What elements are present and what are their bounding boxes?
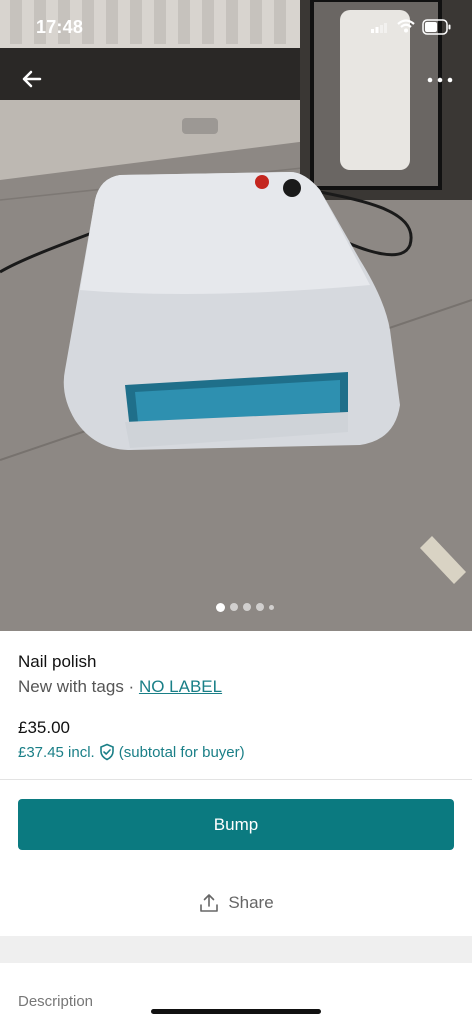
uv-lamp-photo	[0, 0, 472, 631]
more-dots-icon[interactable]	[424, 70, 456, 90]
subtitle-separator: ·	[123, 677, 139, 696]
home-indicator[interactable]	[151, 1009, 321, 1014]
status-time: 17:48	[36, 17, 84, 37]
photo-pagination[interactable]	[0, 601, 472, 613]
battery-icon	[422, 19, 451, 35]
bump-button[interactable]: Bump	[18, 799, 454, 850]
photo-dot	[216, 602, 225, 612]
listing-photo[interactable]: 17:48	[0, 0, 472, 631]
description-heading: Description	[18, 993, 94, 1010]
share-label: Share	[228, 893, 274, 912]
photo-dot	[256, 603, 264, 611]
share-icon	[200, 894, 219, 912]
section-separator	[0, 936, 472, 963]
signal-icon	[371, 23, 387, 33]
photo-dot	[269, 604, 274, 610]
divider	[0, 779, 472, 780]
status-bar: 17:48	[0, 0, 472, 56]
buyer-price-info[interactable]: £37.45 incl. (subtotal for buyer)	[18, 743, 245, 761]
item-condition: New with tags	[18, 677, 124, 696]
photo-dot	[243, 603, 251, 611]
item-title: Nail polish	[18, 652, 97, 671]
item-subtitle: New with tags · NO LABEL	[18, 677, 222, 697]
shield-check-icon	[99, 743, 114, 761]
brand-link[interactable]: NO LABEL	[139, 677, 222, 696]
item-price: £35.00	[18, 718, 70, 737]
photo-dot	[230, 603, 238, 611]
buyer-note: (subtotal for buyer)	[118, 743, 245, 761]
back-arrow-icon[interactable]	[18, 64, 48, 94]
wifi-icon	[397, 19, 415, 33]
share-button[interactable]: Share	[0, 885, 472, 921]
buyer-price: £37.45 incl.	[18, 743, 95, 761]
